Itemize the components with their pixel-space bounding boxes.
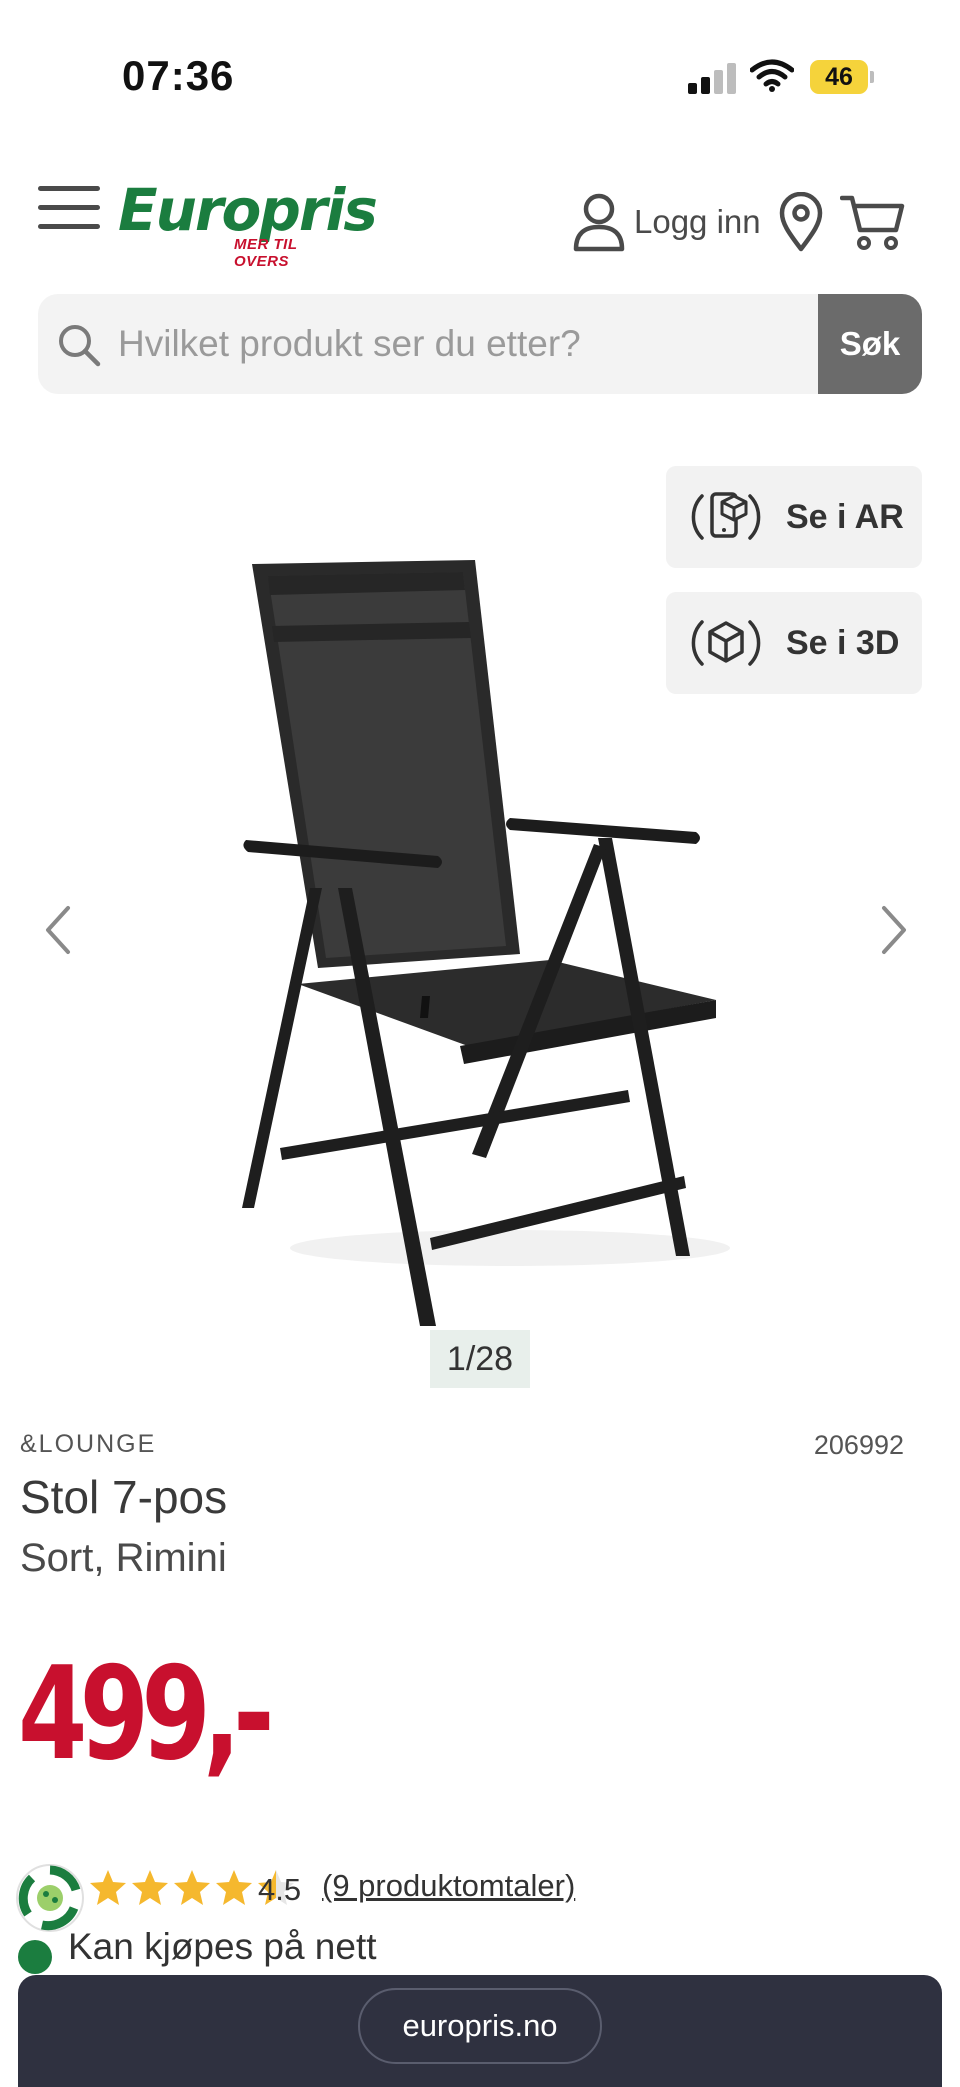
image-counter: 1/28 xyxy=(430,1330,530,1388)
product-title: Stol 7-pos xyxy=(20,1471,228,1523)
search-bar: Søk xyxy=(38,294,922,394)
ar-label: Se i AR xyxy=(786,497,904,536)
browser-url-bar[interactable]: europris.no xyxy=(358,1988,602,2064)
wifi-icon xyxy=(750,59,794,92)
location-pin-icon[interactable] xyxy=(778,192,824,252)
logo-text: Europris xyxy=(118,176,378,244)
user-icon xyxy=(573,193,625,252)
product-brand: &LOUNGE xyxy=(20,1430,157,1458)
product-price: 499,- xyxy=(18,1640,275,1789)
product-image-chair xyxy=(242,560,730,1326)
star-icon xyxy=(132,1870,168,1905)
battery-indicator: 46 xyxy=(810,60,874,94)
search-input[interactable] xyxy=(118,294,848,394)
logo-tagline: MER TIL OVERS xyxy=(234,236,298,270)
login-label: Logg inn xyxy=(634,203,761,240)
search-button[interactable]: Søk xyxy=(818,294,922,394)
availability-status-dot xyxy=(18,1940,52,1974)
reviews-link[interactable]: (9 produktomtaler) xyxy=(322,1868,575,1904)
star-icon xyxy=(174,1870,210,1905)
3d-label: Se i 3D xyxy=(786,623,900,662)
status-time: 07:36 xyxy=(122,52,235,99)
product-variant: Sort, Rimini xyxy=(20,1536,227,1580)
star-icon xyxy=(216,1870,252,1905)
rating-value: 4.5 xyxy=(258,1872,302,1907)
cellular-signal-icon xyxy=(688,62,736,94)
availability-text: Kan kjøpes på nett xyxy=(68,1926,377,1967)
search-icon xyxy=(59,325,101,367)
previous-image-arrow-icon[interactable] xyxy=(38,900,78,960)
product-sku: 206992 xyxy=(813,1430,904,1460)
ar-phone-icon xyxy=(691,492,761,540)
cart-icon[interactable] xyxy=(840,192,906,252)
battery-level: 46 xyxy=(810,60,868,94)
next-image-arrow-icon[interactable] xyxy=(874,900,914,960)
eco-badge-icon[interactable] xyxy=(14,1862,86,1934)
login-button[interactable]: Logg inn xyxy=(572,192,761,252)
star-icon xyxy=(90,1870,126,1905)
europris-logo[interactable]: Europris MER TIL OVERS xyxy=(118,176,378,270)
menu-icon[interactable] xyxy=(38,186,100,230)
